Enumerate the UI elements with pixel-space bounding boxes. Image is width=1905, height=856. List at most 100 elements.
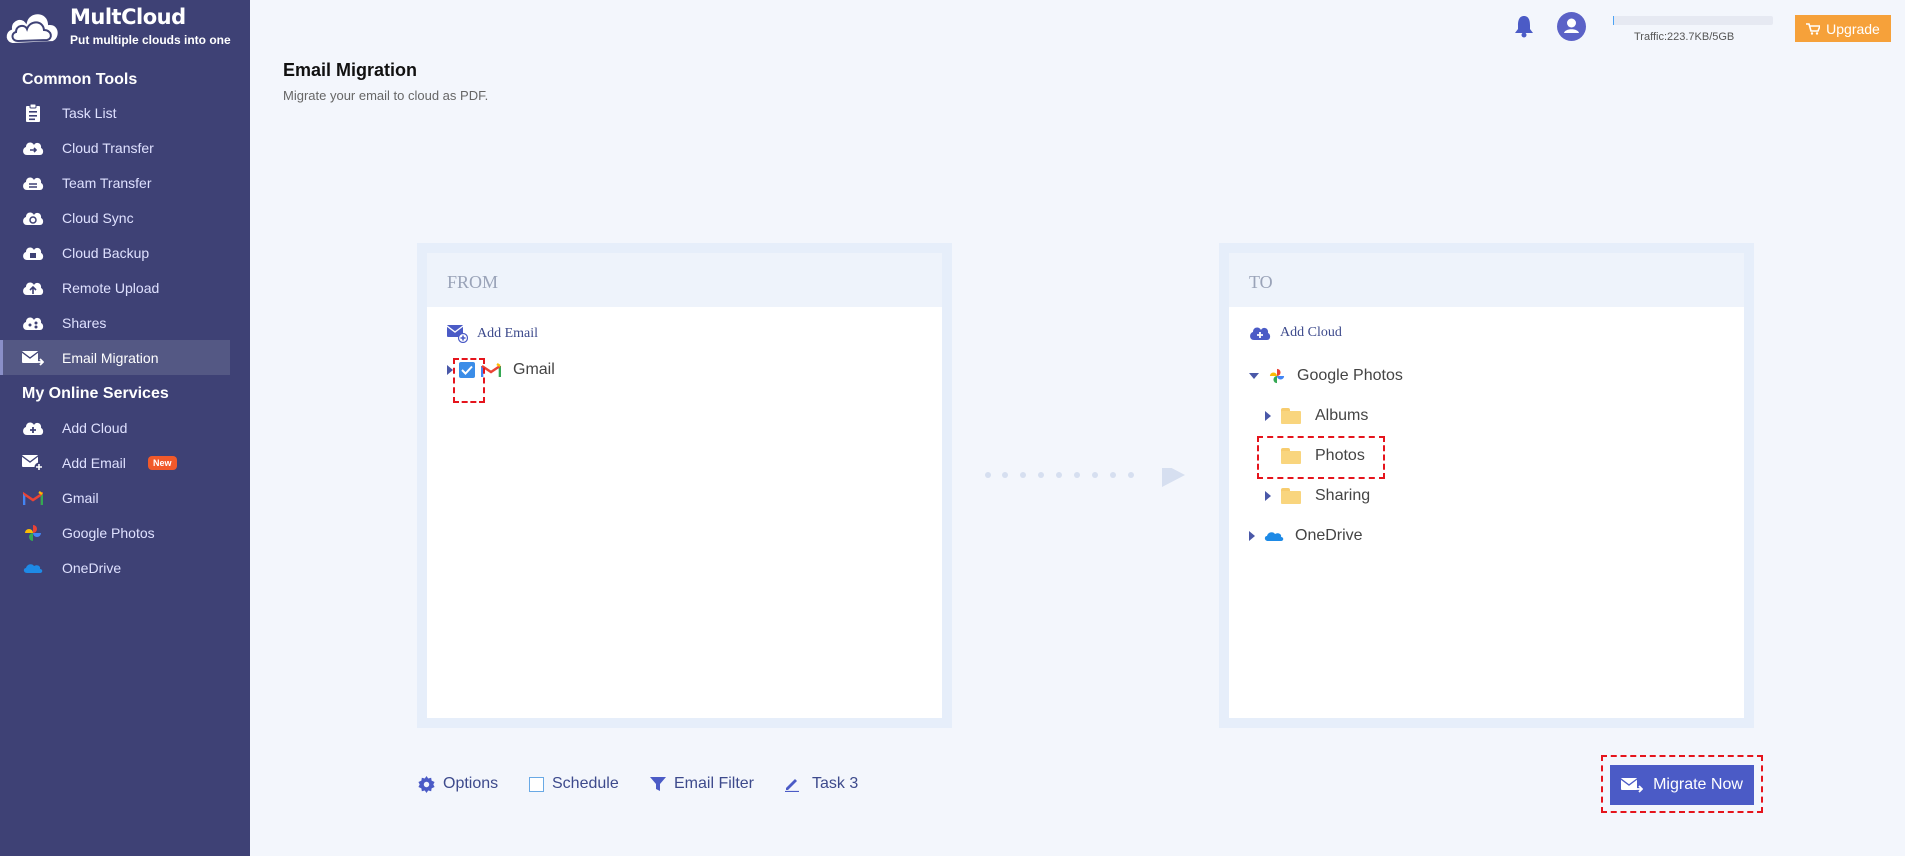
upgrade-button[interactable]: Upgrade (1795, 15, 1891, 42)
cloud-sync-icon (22, 208, 44, 228)
add-cloud-label: Add Cloud (1280, 325, 1342, 340)
cloud-logo-icon (4, 12, 60, 46)
add-email-label: Add Email (477, 326, 539, 341)
sidebar-item-label: Google Photos (62, 524, 155, 541)
sidebar-item-label: Task List (62, 104, 117, 121)
gmail-label: Gmail (513, 361, 555, 378)
edit-icon (785, 779, 799, 792)
add-email-link[interactable]: Add Email (447, 325, 538, 343)
filter-icon (650, 777, 666, 791)
google-photos-icon (22, 523, 44, 543)
expand-caret-icon[interactable] (1249, 531, 1255, 541)
remote-upload-icon (22, 278, 44, 298)
traffic-usage-text: Traffic:223.7KB/5GB (1634, 31, 1735, 43)
highlight-box-migrate-now (1601, 755, 1763, 813)
gmail-icon (22, 488, 44, 508)
user-avatar[interactable] (1557, 12, 1586, 41)
brand-logo[interactable]: MultCloud Put multiple clouds into one (0, 0, 250, 52)
sidebar-item-label: Shares (62, 314, 107, 331)
sidebar: MultCloud Put multiple clouds into one C… (0, 0, 250, 856)
traffic-progress-bar (1613, 16, 1773, 25)
email-filter-button[interactable]: Email Filter (650, 775, 754, 793)
sidebar-item-gmail[interactable]: Gmail (0, 480, 250, 515)
tree-item-sharing[interactable]: Sharing (1265, 487, 1370, 505)
add-email-icon (22, 453, 44, 473)
sidebar-item-label: OneDrive (62, 559, 122, 576)
from-panel: FROM Add Email Gmail (417, 243, 952, 728)
upgrade-label: Upgrade (1826, 20, 1880, 37)
from-panel-body: Add Email Gmail (427, 307, 942, 718)
task-name-button[interactable]: Task 3 (784, 775, 858, 793)
sidebar-item-cloud-backup[interactable]: Cloud Backup (0, 235, 250, 270)
cart-icon (1806, 22, 1821, 35)
sidebar-item-onedrive[interactable]: OneDrive (0, 550, 250, 585)
sidebar-item-cloud-sync[interactable]: Cloud Sync (0, 200, 250, 235)
to-title: TO (1249, 272, 1273, 292)
user-icon (1564, 18, 1579, 33)
sidebar-item-label: Cloud Transfer (62, 139, 154, 156)
sidebar-item-email-migration[interactable]: Email Migration (0, 340, 230, 375)
expand-caret-icon[interactable] (1265, 491, 1271, 501)
highlight-box-gmail-checkbox (453, 358, 485, 403)
add-cloud-icon (22, 418, 44, 438)
add-cloud-link[interactable]: Add Cloud (1249, 325, 1342, 341)
sidebar-item-label: Remote Upload (62, 279, 160, 296)
sidebar-item-label: Add Email (62, 454, 126, 471)
options-label: Options (443, 775, 499, 792)
schedule-label: Schedule (552, 775, 619, 792)
schedule-button[interactable]: Schedule (529, 775, 619, 793)
sharing-label: Sharing (1315, 487, 1371, 504)
email-migration-icon (22, 348, 44, 368)
to-panel-header: TO (1229, 253, 1744, 307)
albums-label: Albums (1315, 407, 1369, 424)
task-list-icon (22, 103, 44, 123)
page-title: Email Migration (283, 60, 418, 80)
to-panel: TO Add Cloud Google Photos Albums Photos… (1219, 243, 1754, 728)
from-title: FROM (447, 272, 499, 292)
sidebar-item-remote-upload[interactable]: Remote Upload (0, 270, 250, 305)
collapse-caret-icon[interactable] (1249, 373, 1259, 379)
onedrive-icon (22, 558, 44, 578)
google-photos-label: Google Photos (1297, 367, 1403, 384)
sidebar-item-task-list[interactable]: Task List (0, 95, 250, 130)
from-panel-header: FROM (427, 253, 942, 307)
highlight-box-photos-folder (1257, 436, 1385, 479)
gear-icon (418, 775, 435, 793)
notification-bell-icon[interactable] (1513, 14, 1535, 43)
sidebar-item-add-email[interactable]: Add Email New (0, 445, 250, 480)
sidebar-item-label: Add Cloud (62, 419, 128, 436)
add-email-icon (447, 325, 468, 343)
to-panel-body: Add Cloud Google Photos Albums Photos Sh… (1229, 307, 1744, 718)
tree-item-albums[interactable]: Albums (1265, 407, 1368, 425)
tree-item-onedrive[interactable]: OneDrive (1249, 527, 1363, 545)
sidebar-item-label: Gmail (62, 489, 99, 506)
sidebar-item-add-cloud[interactable]: Add Cloud (0, 410, 250, 445)
sidebar-item-label: Team Transfer (62, 174, 152, 191)
team-transfer-icon (22, 173, 44, 193)
expand-caret-icon[interactable] (1265, 411, 1271, 421)
sidebar-item-label: Cloud Backup (62, 244, 150, 261)
options-button[interactable]: Options (418, 775, 498, 793)
new-badge: New (148, 455, 177, 470)
sidebar-item-shares[interactable]: Shares (0, 305, 250, 340)
cloud-backup-icon (22, 243, 44, 263)
google-photos-icon (1269, 368, 1285, 384)
schedule-checkbox[interactable] (529, 776, 544, 792)
task-name-label: Task 3 (812, 775, 859, 792)
sidebar-item-cloud-transfer[interactable]: Cloud Transfer (0, 130, 250, 165)
folder-icon (1281, 408, 1301, 424)
cloud-transfer-icon (22, 138, 44, 158)
add-cloud-icon (1250, 327, 1271, 340)
tree-item-google-photos[interactable]: Google Photos (1249, 367, 1403, 385)
onedrive-icon (1264, 532, 1284, 541)
brand-name: MultCloud (70, 5, 186, 29)
sidebar-item-google-photos[interactable]: Google Photos (0, 515, 250, 550)
page-subtitle: Migrate your email to cloud as PDF. (283, 88, 489, 103)
sidebar-item-team-transfer[interactable]: Team Transfer (0, 165, 250, 200)
onedrive-label: OneDrive (1295, 527, 1363, 544)
folder-icon (1281, 488, 1301, 504)
email-filter-label: Email Filter (674, 775, 755, 792)
online-services-title: My Online Services (22, 385, 169, 402)
sidebar-item-label: Cloud Sync (62, 209, 134, 226)
shares-icon (22, 313, 44, 333)
